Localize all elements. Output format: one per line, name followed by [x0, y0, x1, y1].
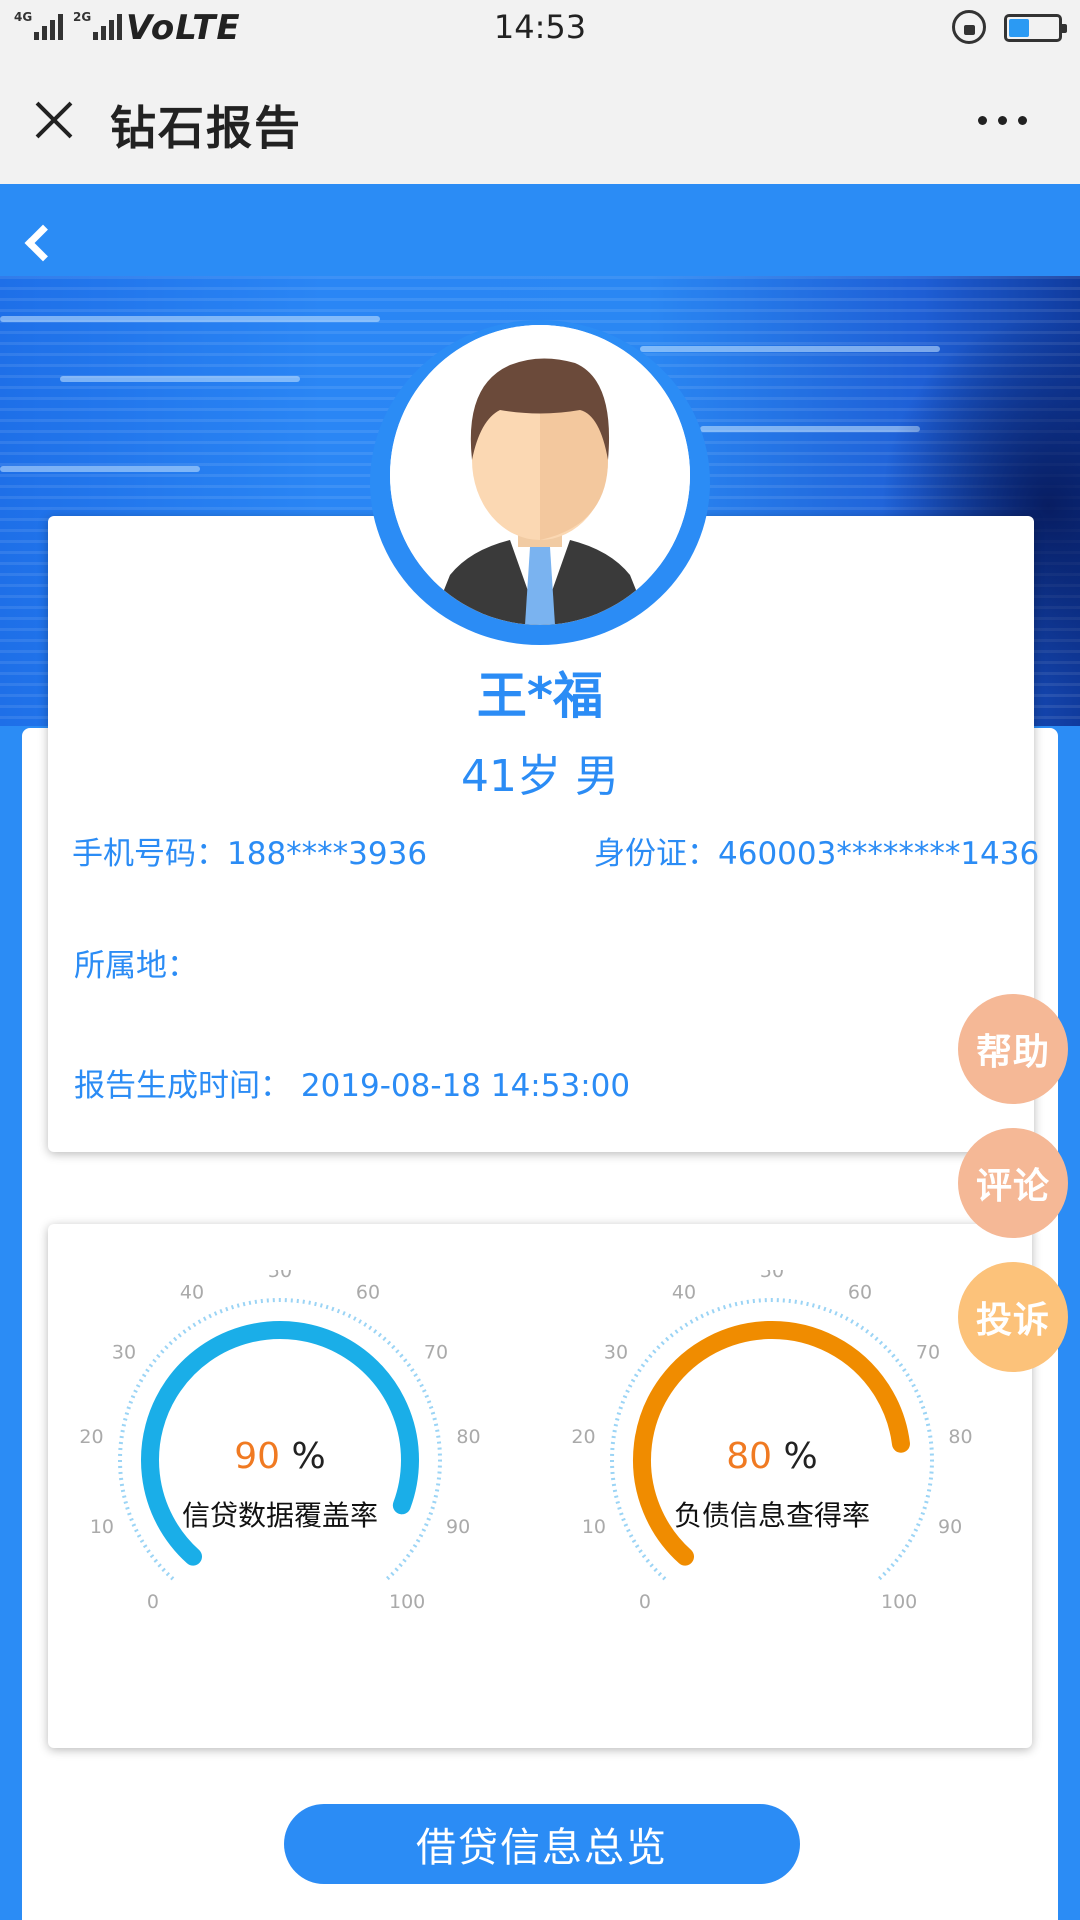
- gauge-label: 信贷数据覆盖率: [181, 1499, 378, 1532]
- status-time: 14:53: [493, 8, 587, 46]
- region-label: 所属地：: [74, 948, 198, 984]
- gauge-value: 90 %: [234, 1436, 326, 1477]
- gauge-tick-label: 0: [147, 1591, 159, 1613]
- gauge-tick-label: 60: [848, 1282, 872, 1304]
- status-bar: 4G 2G VoLTE 14:53: [0, 0, 1080, 56]
- page-title: 钻石报告: [110, 101, 302, 155]
- gauge-tick-label: 70: [916, 1342, 940, 1364]
- complaint-button[interactable]: 投诉: [958, 1262, 1068, 1372]
- gauge-tick-label: 0: [639, 1591, 651, 1613]
- debt-query-gauge: 0 10 20 30 40 50 60 70 80 90 100 80 % 负债信息查得率: [572, 1270, 972, 1650]
- gauge-tick-label: 70: [424, 1342, 448, 1364]
- person-name: 王*福: [476, 667, 604, 725]
- gauge-label: 负债信息查得率: [673, 1499, 870, 1532]
- gauge-tick-label: 40: [180, 1282, 204, 1304]
- id-card-number: 身份证：460003********1436: [594, 836, 1040, 872]
- more-options-icon[interactable]: [978, 116, 1027, 125]
- battery-icon: [1004, 14, 1067, 42]
- back-arrow-icon[interactable]: [24, 224, 62, 262]
- phone-number: 手机号码：188****3936: [72, 836, 428, 872]
- gauge-value: 80 %: [726, 1436, 818, 1477]
- credit-coverage-gauge: 0 10 20 30 40 50 60 70 80 90 100 90 % 信贷数据覆盖率: [80, 1270, 480, 1650]
- gauge-tick-label: 100: [881, 1591, 917, 1613]
- title-bar: 钻石报告: [0, 56, 1080, 184]
- avatar: [390, 325, 690, 625]
- gauge-tick-label: 60: [356, 1282, 380, 1304]
- gauge-tick-label: 30: [604, 1342, 628, 1364]
- gauge-tick-label: 40: [672, 1282, 696, 1304]
- close-icon[interactable]: [34, 100, 74, 140]
- user-avatar-icon: [390, 325, 690, 625]
- rotation-lock-icon: [952, 10, 986, 44]
- age-gender: 41岁 男: [461, 751, 619, 802]
- comment-button[interactable]: 评论: [958, 1128, 1068, 1238]
- gauge-tick-label: 50: [760, 1270, 784, 1282]
- loan-overview-button[interactable]: 借贷信息总览: [284, 1804, 800, 1884]
- gauge-tick-label: 30: [112, 1342, 136, 1364]
- gauge-tick-label: 100: [389, 1591, 425, 1613]
- help-button[interactable]: 帮助: [958, 994, 1068, 1104]
- nav-bar: [0, 184, 1080, 276]
- gauge-tick-label: 50: [268, 1270, 292, 1282]
- report-time: 报告生成时间： 2019-08-18 14:53:00: [74, 1068, 631, 1104]
